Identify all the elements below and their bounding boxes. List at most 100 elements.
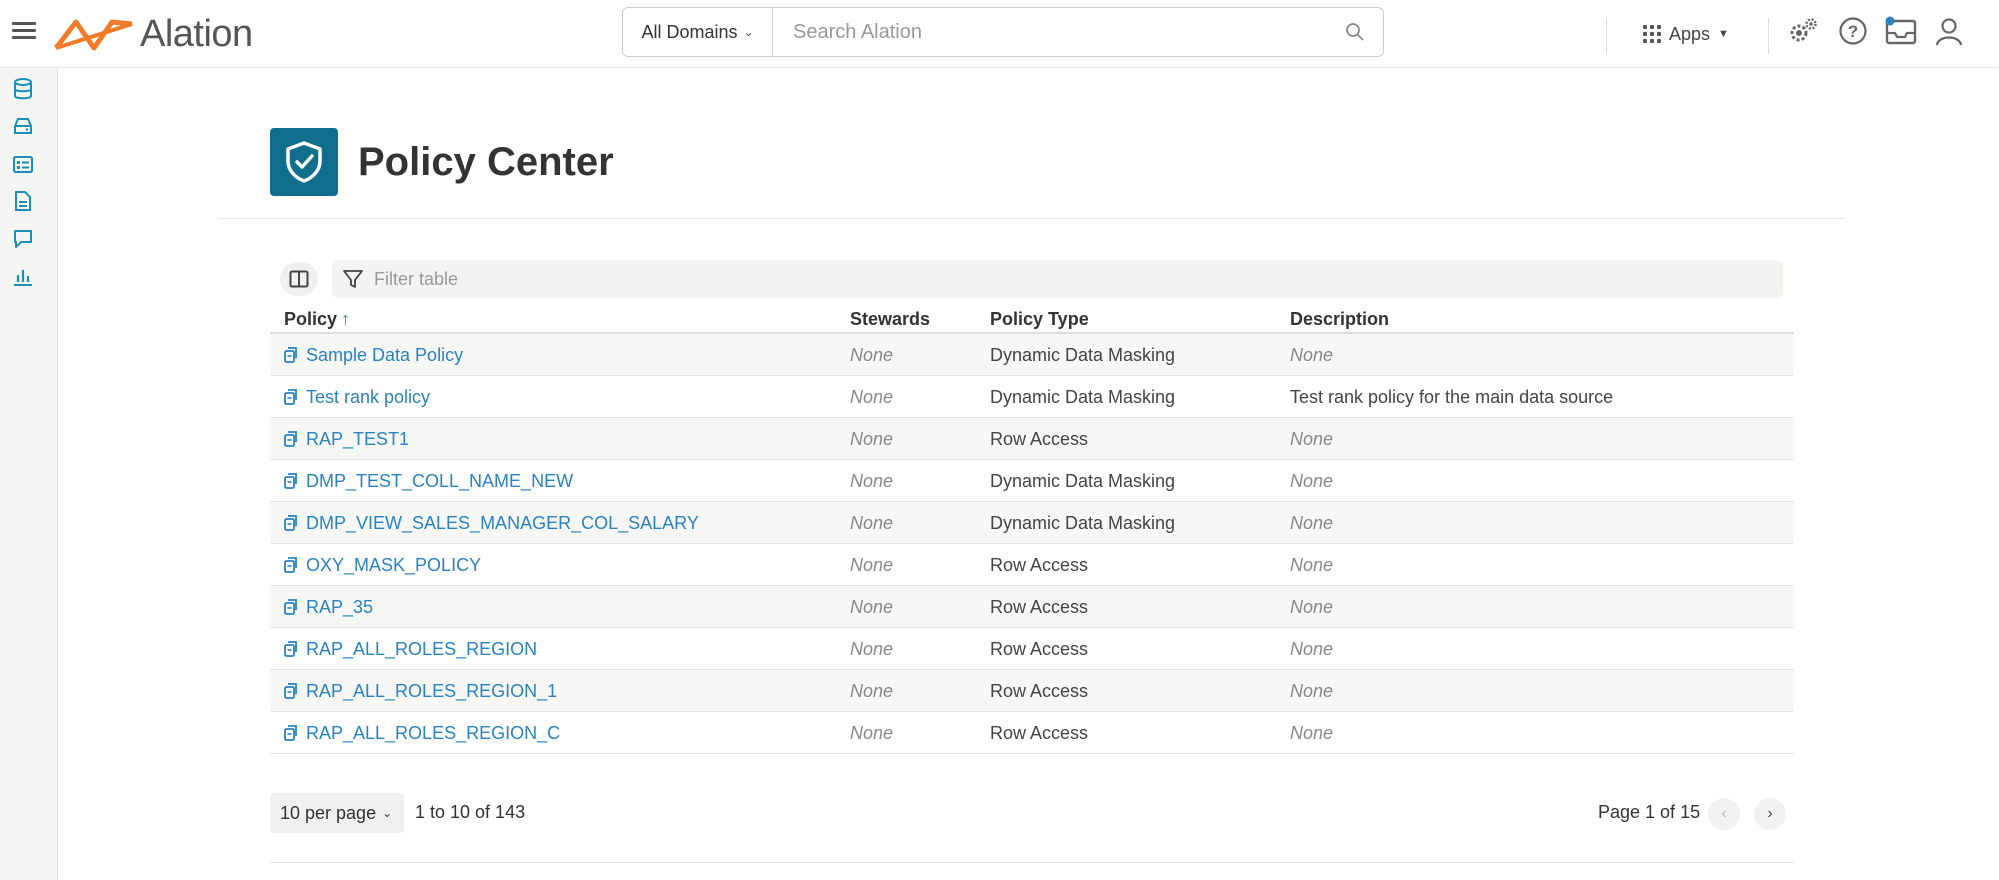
column-toggle-button[interactable] bbox=[280, 262, 318, 296]
policy-cell: Test rank policy bbox=[284, 376, 430, 418]
policy-type-cell: Row Access bbox=[990, 638, 1089, 659]
settings-icon[interactable] bbox=[1786, 14, 1820, 48]
user-icon[interactable] bbox=[1932, 14, 1966, 48]
database-icon[interactable] bbox=[10, 76, 36, 102]
policy-link[interactable]: DMP_TEST_COLL_NAME_NEW bbox=[284, 471, 573, 492]
policy-icon bbox=[284, 640, 306, 658]
policy-link[interactable]: RAP_ALL_ROLES_REGION_C bbox=[284, 723, 560, 744]
policy-name: Test rank policy bbox=[306, 386, 431, 407]
menu-icon[interactable] bbox=[12, 19, 36, 43]
stewards-cell: None bbox=[850, 512, 894, 533]
inbox-icon[interactable] bbox=[1884, 14, 1918, 48]
stewards-cell: None bbox=[850, 554, 894, 575]
policy-type-cell: Dynamic Data Masking bbox=[990, 344, 1176, 365]
policy-link[interactable]: DMP_VIEW_SALES_MANAGER_COL_SALARY bbox=[284, 513, 699, 534]
page-header: Policy Center bbox=[270, 128, 614, 196]
next-page-button[interactable]: › bbox=[1754, 798, 1786, 830]
table-row: DMP_VIEW_SALES_MANAGER_COL_SALARY None Dyn… bbox=[270, 502, 1794, 544]
description-cell: None bbox=[1290, 596, 1334, 617]
analytics-icon[interactable] bbox=[10, 264, 36, 290]
column-header-description[interactable]: Description bbox=[1290, 304, 1389, 334]
table-row: RAP_TEST1 None Row Access None bbox=[270, 418, 1794, 460]
policy-cell: RAP_ALL_ROLES_REGION_1 bbox=[284, 670, 557, 712]
policy-link[interactable]: RAP_ALL_ROLES_REGION bbox=[284, 639, 537, 660]
policy-type-cell: Row Access bbox=[990, 596, 1089, 617]
svg-text:?: ? bbox=[1848, 22, 1858, 41]
table-row: RAP_ALL_ROLES_REGION None Row Access None bbox=[270, 628, 1794, 670]
policy-link[interactable]: OXY_MASK_POLICY bbox=[284, 555, 481, 576]
table-row: RAP_35 None Row Access None bbox=[270, 586, 1794, 628]
policy-type-cell: Dynamic Data Masking bbox=[990, 386, 1176, 407]
policy-name: Sample Data Policy bbox=[306, 344, 464, 365]
description-cell: None bbox=[1290, 638, 1334, 659]
policy-type-cell: Row Access bbox=[990, 680, 1089, 701]
policy-cell: Sample Data Policy bbox=[284, 334, 463, 376]
policy-icon bbox=[284, 472, 306, 490]
column-header-policy-type[interactable]: Policy Type bbox=[990, 304, 1089, 334]
policy-link[interactable]: RAP_35 bbox=[284, 597, 373, 618]
policy-icon bbox=[284, 346, 306, 364]
description-cell: None bbox=[1290, 722, 1334, 743]
columns-icon bbox=[289, 270, 309, 288]
per-page-label: 10 per page bbox=[280, 802, 377, 823]
description-cell: None bbox=[1290, 428, 1334, 449]
policy-icon bbox=[284, 598, 306, 616]
top-navigation-bar: Alation All Domains ⌄ Apps ▼ ? bbox=[0, 0, 1999, 68]
search-input[interactable] bbox=[773, 8, 1327, 56]
stewards-cell: None bbox=[850, 638, 894, 659]
policy-link[interactable]: Test rank policy bbox=[284, 387, 430, 408]
table-row: DMP_TEST_COLL_NAME_NEW None Dynamic Data M… bbox=[270, 460, 1794, 502]
apps-menu-button[interactable]: Apps ▼ bbox=[1643, 18, 1729, 50]
description-cell: None bbox=[1290, 470, 1334, 491]
policy-type-cell: Dynamic Data Masking bbox=[990, 470, 1176, 491]
policy-link[interactable]: RAP_ALL_ROLES_REGION_1 bbox=[284, 681, 557, 702]
page-title: Policy Center bbox=[358, 139, 614, 184]
stewards-cell: None bbox=[850, 386, 894, 407]
previous-page-button[interactable]: ‹ bbox=[1708, 798, 1740, 830]
description-cell: None bbox=[1290, 554, 1334, 575]
policy-table: Policy ↑ Stewards Policy Type Descriptio… bbox=[270, 304, 1794, 754]
description-cell: None bbox=[1290, 344, 1334, 365]
filter-icon bbox=[343, 270, 363, 288]
nav-divider bbox=[1606, 18, 1607, 54]
search-icon[interactable] bbox=[1327, 22, 1383, 42]
filter-table-input[interactable] bbox=[364, 260, 1783, 298]
global-search: All Domains ⌄ bbox=[622, 7, 1384, 57]
chevron-down-icon: ⌄ bbox=[743, 25, 754, 39]
column-header-stewards[interactable]: Stewards bbox=[850, 304, 930, 334]
policy-type-cell: Row Access bbox=[990, 554, 1089, 575]
storage-icon[interactable] bbox=[10, 113, 36, 139]
domain-select[interactable]: All Domains ⌄ bbox=[623, 8, 773, 56]
nav-divider bbox=[1768, 18, 1769, 54]
policy-name: RAP_ALL_ROLES_REGION_C bbox=[306, 722, 561, 743]
table-row: RAP_ALL_ROLES_REGION_C None Row Access None bbox=[270, 712, 1794, 754]
description-cell: Test rank policy for the main data sourc… bbox=[1290, 386, 1614, 407]
chevron-left-icon: ‹ bbox=[1721, 805, 1727, 822]
table-header: Policy ↑ Stewards Policy Type Descriptio… bbox=[270, 304, 1794, 334]
document-icon[interactable] bbox=[10, 188, 36, 214]
catalog-icon[interactable] bbox=[10, 151, 36, 177]
conversation-icon[interactable] bbox=[10, 226, 36, 252]
per-page-select[interactable]: 10 per page ⌄ bbox=[270, 793, 404, 833]
policy-name: DMP_VIEW_SALES_MANAGER_COL_SALARY bbox=[306, 512, 699, 533]
alation-logo-mark bbox=[54, 19, 133, 51]
column-header-policy[interactable]: Policy ↑ bbox=[284, 304, 350, 334]
chevron-down-icon: ⌄ bbox=[382, 806, 393, 820]
policy-name: OXY_MASK_POLICY bbox=[306, 554, 482, 575]
policy-link[interactable]: RAP_TEST1 bbox=[284, 429, 409, 450]
policy-icon bbox=[284, 514, 306, 532]
header-divider bbox=[218, 218, 1844, 219]
alation-logo[interactable]: Alation bbox=[54, 10, 253, 58]
policy-type-cell: Dynamic Data Masking bbox=[990, 512, 1176, 533]
filter-bar bbox=[332, 260, 1783, 298]
page-indicator: Page 1 of 15 bbox=[1598, 802, 1701, 822]
policy-icon bbox=[284, 724, 306, 742]
stewards-cell: None bbox=[850, 596, 894, 617]
help-icon[interactable]: ? bbox=[1836, 14, 1870, 48]
stewards-cell: None bbox=[850, 344, 894, 365]
apps-grid-icon bbox=[1643, 25, 1661, 43]
stewards-cell: None bbox=[850, 470, 894, 491]
policy-type-cell: Row Access bbox=[990, 722, 1089, 743]
policy-link[interactable]: Sample Data Policy bbox=[284, 345, 463, 366]
domain-select-label: All Domains bbox=[641, 21, 738, 42]
